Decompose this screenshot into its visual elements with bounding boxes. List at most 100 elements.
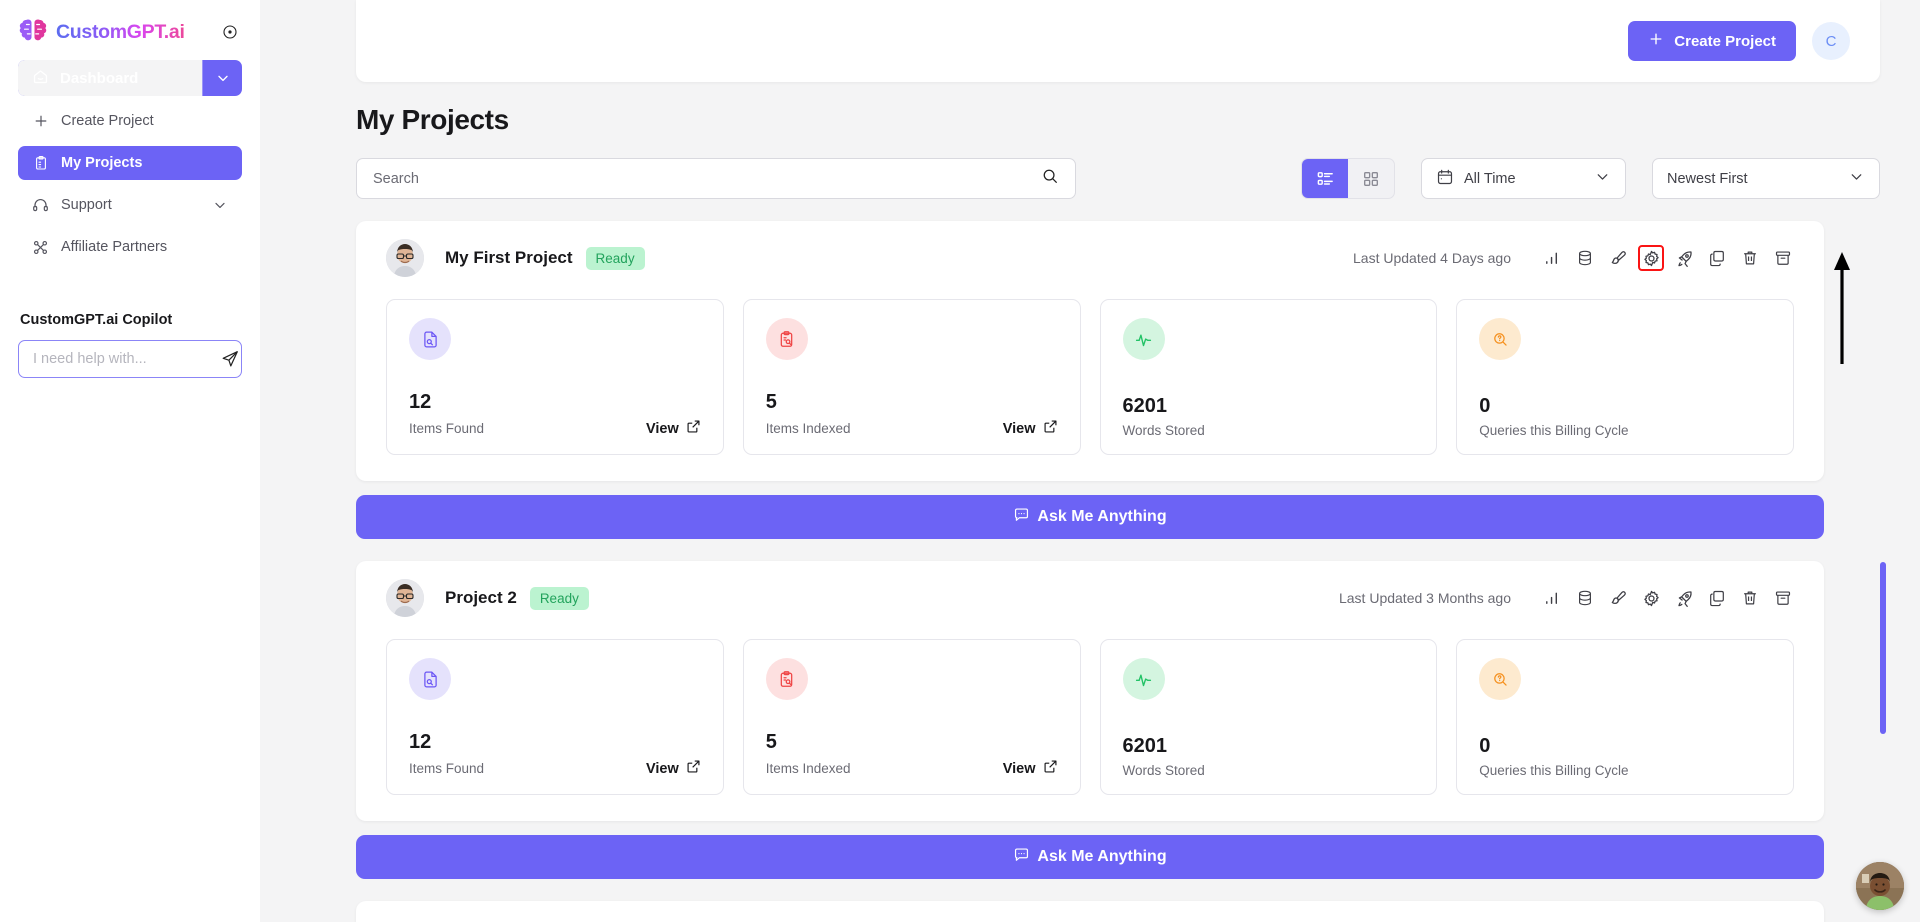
create-project-label: Create Project [1674, 32, 1776, 50]
stat-card: 12 Items Found View [386, 639, 724, 795]
sidebar-item-dashboard[interactable]: Dashboard [18, 60, 242, 96]
copy-icon[interactable] [1706, 247, 1728, 269]
stat-view-link[interactable]: View [646, 419, 701, 438]
list-view-icon[interactable] [1302, 159, 1348, 198]
stat-label: Items Indexed [765, 421, 851, 436]
sidebar: CustomGPT.ai Dashboard Create Project My… [0, 0, 260, 922]
search-input[interactable] [373, 170, 1041, 187]
status-badge: Ready [529, 586, 589, 610]
sidebar-item-my-projects[interactable]: My Projects [18, 146, 242, 180]
gear-icon[interactable] [1640, 587, 1662, 609]
clipboard-search-icon [765, 318, 808, 360]
archive-icon[interactable] [1772, 587, 1794, 609]
ask-me-anything-button[interactable]: Ask Me Anything [356, 495, 1824, 539]
stat-view-label: View [1002, 420, 1036, 437]
stat-label: Items Indexed [765, 761, 851, 776]
stat-bottom: Items Found View [409, 759, 701, 778]
search-icon[interactable] [1041, 167, 1059, 190]
stat-card: 5 Items Indexed View [742, 639, 1081, 795]
stat-bottom: Queries this Billing Cycle [1479, 423, 1771, 438]
search-wrap[interactable] [356, 158, 1076, 199]
clipboard-search-icon [765, 658, 808, 700]
stat-label: Queries this Billing Cycle [1479, 423, 1629, 438]
archive-icon[interactable] [1772, 247, 1794, 269]
file-search-icon [409, 318, 451, 360]
ask-me-anything-label: Ask Me Anything [1037, 508, 1167, 525]
stats-row: 12 Items Found View 5 Items Indexed View… [356, 287, 1824, 481]
sidebar-item-support[interactable]: Support [18, 188, 242, 222]
circle-dot-icon[interactable] [220, 22, 240, 42]
stat-view-link[interactable]: View [646, 759, 701, 778]
project-card: Project 2 Ready Last Updated 3 Months ag… [356, 561, 1824, 821]
send-icon[interactable] [220, 348, 240, 370]
sidebar-item-affiliate-partners[interactable]: Affiliate Partners [18, 230, 242, 264]
calendar-icon [1436, 168, 1454, 190]
chevron-down-icon [1594, 168, 1611, 189]
project-name[interactable]: My First Project [445, 248, 573, 268]
grid-view-icon[interactable] [1348, 159, 1394, 198]
main-area: Create Project C My Projects Search All … [260, 0, 1920, 922]
stat-view-link[interactable]: View [1003, 419, 1058, 438]
paintbrush-icon[interactable] [1607, 587, 1629, 609]
database-icon[interactable] [1574, 587, 1596, 609]
last-updated-text: Last Updated 4 Days ago [1353, 250, 1511, 266]
copilot-input-wrap[interactable] [18, 340, 242, 378]
chat-bubble-icon [1013, 506, 1030, 528]
stat-bottom: Items Found View [409, 419, 701, 438]
stat-view-link[interactable]: View [1003, 759, 1058, 778]
stat-bottom: Queries this Billing Cycle [1479, 763, 1771, 778]
external-link-icon [1043, 419, 1058, 438]
sidebar-item-label: My Projects [61, 155, 143, 171]
project-meta: Last Updated 4 Days ago [1353, 245, 1794, 271]
plus-icon [32, 113, 49, 130]
page-title: My Projects [356, 104, 509, 135]
query-search-icon [1479, 318, 1522, 360]
date-filter-dropdown[interactable]: All Time [1421, 158, 1626, 199]
database-icon[interactable] [1574, 247, 1596, 269]
share-nodes-icon [32, 239, 49, 256]
paintbrush-icon[interactable] [1607, 247, 1629, 269]
ask-me-anything-button[interactable]: Ask Me Anything [356, 835, 1824, 879]
clipboard-icon [32, 155, 49, 172]
stat-value: 5 [765, 731, 777, 753]
file-search-icon [409, 658, 451, 700]
stat-label: Words Stored [1122, 423, 1205, 438]
external-link-icon [1043, 759, 1058, 778]
stat-view-label: View [645, 420, 679, 437]
support-chat-widget[interactable] [1856, 862, 1904, 910]
stat-card: 0 Queries this Billing Cycle [1456, 299, 1794, 455]
topbar: Create Project C [356, 0, 1880, 82]
chevron-down-icon[interactable] [212, 197, 228, 213]
project-name[interactable]: Project 2 [445, 588, 517, 608]
trash-icon[interactable] [1739, 587, 1761, 609]
chevron-down-icon[interactable] [202, 60, 242, 96]
dashboard-label: Dashboard [60, 69, 139, 87]
date-filter-label: All Time [1464, 170, 1516, 187]
sort-filter-dropdown[interactable]: Newest First [1652, 158, 1880, 199]
bar-chart-icon[interactable] [1541, 587, 1563, 609]
scrollbar-thumb[interactable] [1880, 562, 1886, 734]
rocket-icon[interactable] [1673, 247, 1695, 269]
sidebar-item-create-project[interactable]: Create Project [18, 104, 242, 138]
trash-icon[interactable] [1739, 247, 1761, 269]
view-toggle [1301, 158, 1395, 199]
headset-icon [32, 197, 49, 214]
status-badge: Ready [585, 246, 645, 270]
copilot-input[interactable] [33, 351, 220, 367]
chat-bubble-icon [1013, 846, 1030, 868]
dashboard-main[interactable]: Dashboard [18, 60, 202, 96]
gear-icon[interactable] [1638, 245, 1664, 271]
project-action-icons [1541, 245, 1794, 271]
create-project-button[interactable]: Create Project [1628, 21, 1796, 61]
stat-bottom: Words Stored [1123, 423, 1415, 438]
rocket-icon[interactable] [1673, 587, 1695, 609]
support-avatar-icon [1856, 862, 1904, 910]
bar-chart-icon[interactable] [1541, 247, 1563, 269]
stat-view-label: View [645, 760, 679, 777]
project-meta: Last Updated 3 Months ago [1339, 587, 1794, 609]
sidebar-item-label: Support [61, 197, 112, 213]
stat-value: 0 [1479, 395, 1491, 417]
last-updated-text: Last Updated 3 Months ago [1338, 590, 1511, 606]
copy-icon[interactable] [1706, 587, 1728, 609]
avatar[interactable]: C [1812, 22, 1850, 60]
